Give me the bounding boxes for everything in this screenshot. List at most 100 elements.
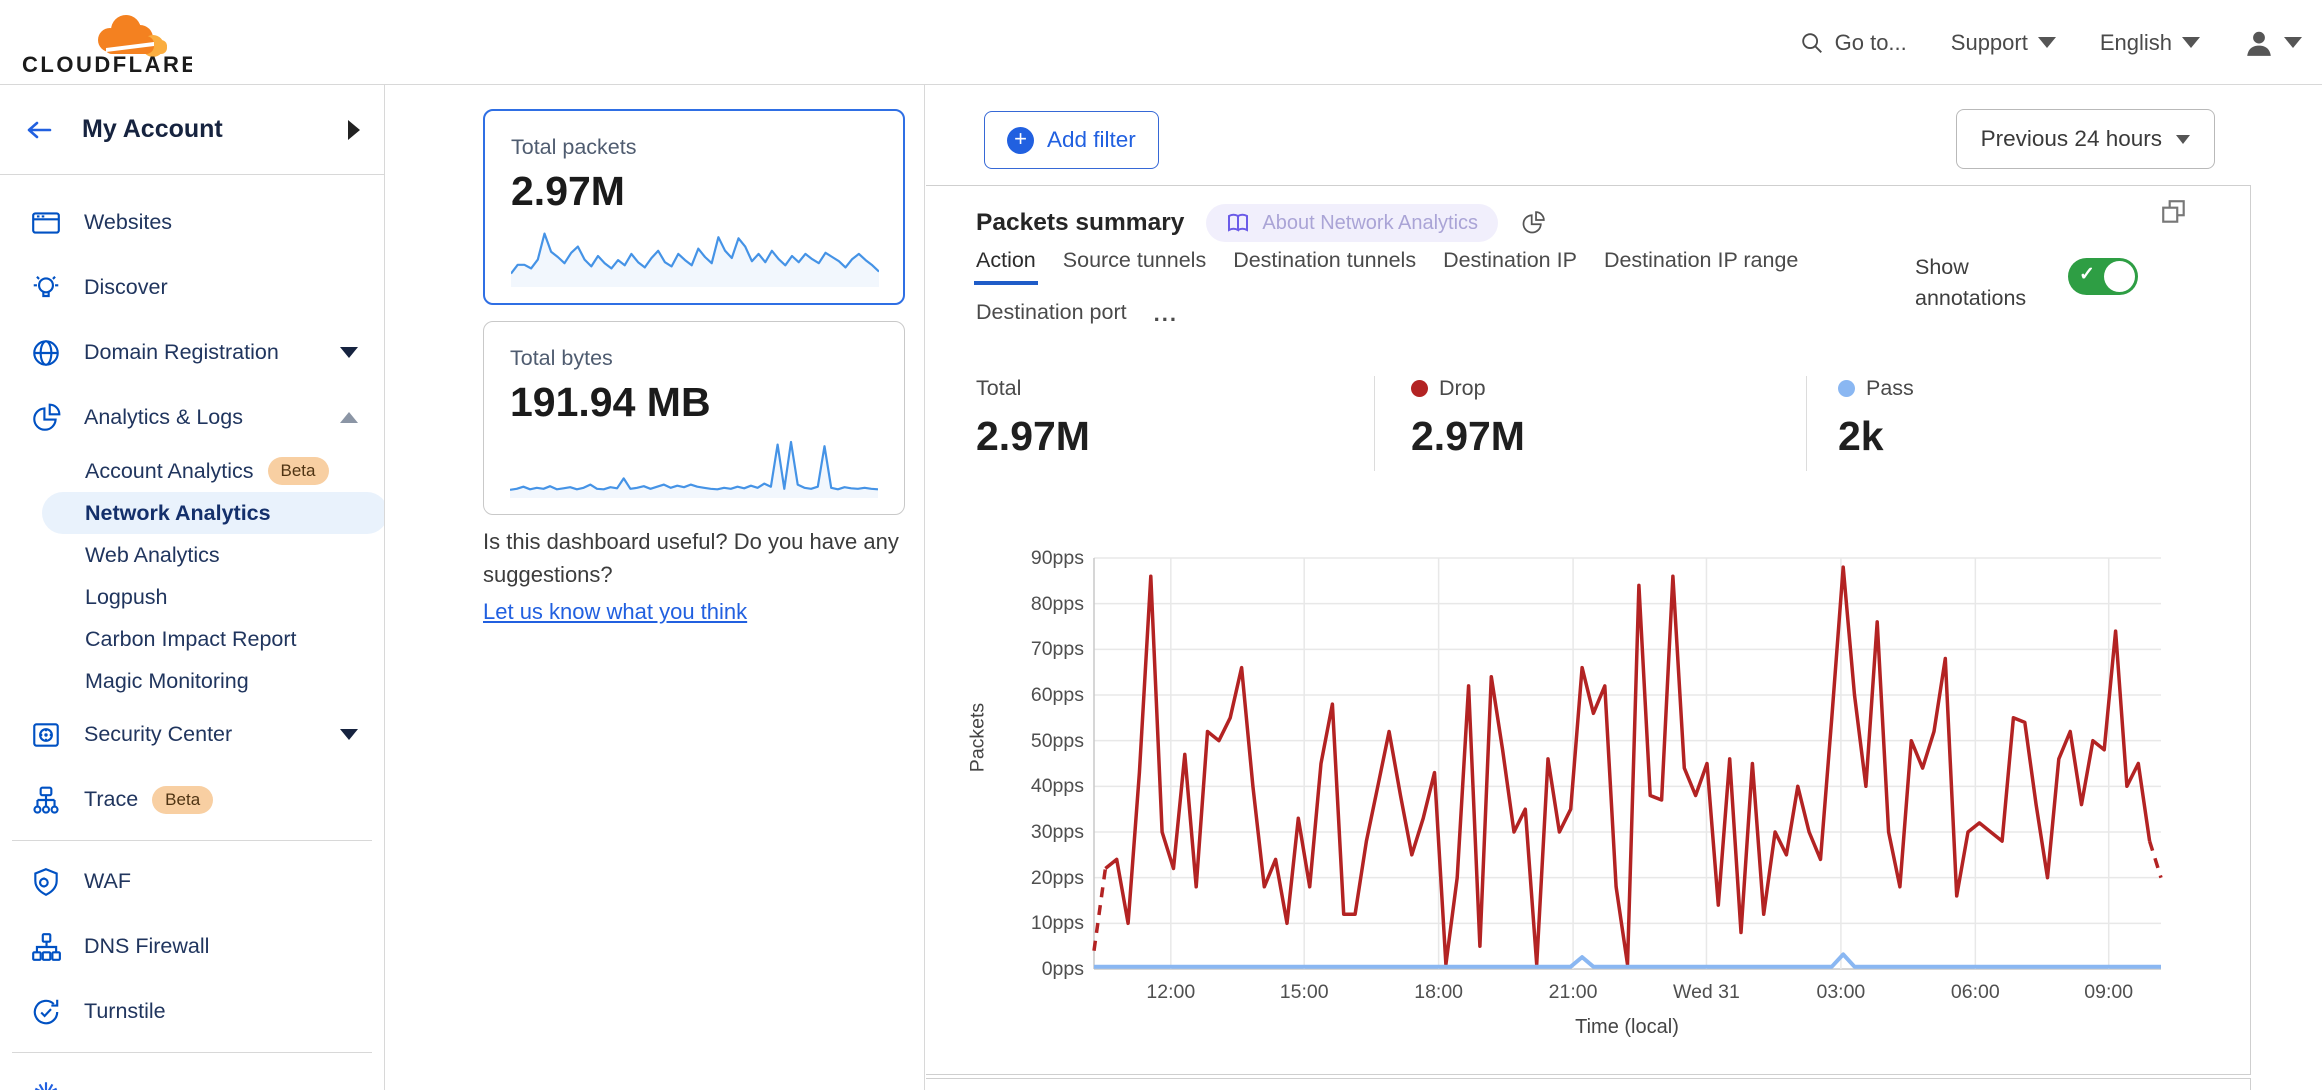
chart-plot-area[interactable] [1094, 558, 2161, 969]
feedback-block: Is this dashboard useful? Do you have an… [483, 525, 938, 628]
y-axis-title: Packets [967, 668, 990, 808]
refresh-check-icon [30, 996, 62, 1028]
divider [12, 840, 372, 841]
sidebar-item-analytics-logs[interactable]: Analytics & Logs [0, 385, 384, 450]
tab-destination-tunnels[interactable]: Destination tunnels [1233, 248, 1416, 285]
x-axis-tick: 03:00 [1781, 981, 1901, 1004]
panel-header: Packets summary About Network Analytics [976, 204, 1546, 242]
add-filter-button[interactable]: + Add filter [984, 111, 1159, 169]
tab-destination-ip-range[interactable]: Destination IP range [1604, 248, 1798, 285]
browser-icon [30, 207, 62, 239]
chevron-up-icon [340, 412, 358, 423]
feedback-link[interactable]: Let us know what you think [483, 595, 747, 628]
y-axis-tick: 80pps [994, 593, 1084, 616]
tab-destination-port[interactable]: Destination port [976, 300, 1127, 337]
popout-icon[interactable] [2160, 198, 2188, 231]
panel-title: Packets summary [976, 209, 1184, 237]
sidebar-account-row[interactable]: My Account [0, 85, 384, 175]
account-name: My Account [82, 115, 223, 144]
chevron-down-icon [2176, 135, 2190, 144]
y-axis-tick: 40pps [994, 775, 1084, 798]
sidebar-item-network-analytics[interactable]: Network Analytics [42, 492, 385, 534]
x-axis-tick: 18:00 [1379, 981, 1499, 1004]
check-icon: ✓ [2079, 263, 2095, 286]
stat-total: Total 2.97M [976, 376, 1090, 460]
pie-chart-icon[interactable] [1520, 210, 1546, 236]
cloudflare-cloud-icon [98, 15, 167, 57]
about-network-analytics-badge[interactable]: About Network Analytics [1206, 204, 1498, 242]
plus-icon: + [1007, 127, 1034, 154]
svg-text:CLOUDFLARE: CLOUDFLARE [22, 52, 192, 77]
y-axis-tick: 30pps [994, 821, 1084, 844]
language-menu[interactable]: English [2100, 30, 2200, 56]
beta-badge: Beta [152, 786, 213, 814]
sparkle-icon [30, 1078, 62, 1090]
tab-action[interactable]: Action [976, 248, 1036, 285]
y-axis-tick: 70pps [994, 638, 1084, 661]
sidebar-item-partial[interactable] [0, 1061, 384, 1090]
cloudflare-logo[interactable]: CLOUDFLARE [22, 8, 192, 83]
summary-column: Total packets 2.97M Total bytes 191.94 M… [386, 85, 925, 1090]
show-annotations-toggle[interactable]: ✓ [2068, 258, 2138, 295]
language-label: English [2100, 30, 2172, 56]
time-range-dropdown[interactable]: Previous 24 hours [1956, 109, 2215, 169]
pie-chart-icon [30, 402, 62, 434]
globe-icon [30, 337, 62, 369]
chevron-down-icon [2284, 37, 2302, 48]
packets-time-series-chart: Packets 0pps10pps20pps30pps40pps50pps60p… [926, 486, 2251, 1046]
divider [12, 1052, 372, 1053]
chevron-down-icon [2182, 37, 2200, 48]
show-annotations-label: Show annotations [1915, 252, 2050, 314]
x-axis-tick: 12:00 [1111, 981, 1231, 1004]
x-axis-tick: 09:00 [2049, 981, 2169, 1004]
card-title: Total packets [511, 135, 877, 160]
tab-source-tunnels[interactable]: Source tunnels [1063, 248, 1206, 285]
top-nav: Go to... Support English [1799, 0, 2302, 85]
packets-summary-panel: Packets summary About Network Analytics … [926, 185, 2251, 1075]
sidebar-item-trace[interactable]: Trace Beta [0, 767, 384, 832]
stat-pass-value: 2k [1838, 413, 1914, 460]
cloudflare-dashboard: CLOUDFLARE Go to... Support English [0, 0, 2322, 1090]
y-axis-tick: 10pps [994, 912, 1084, 935]
goto-label: Go to... [1835, 30, 1907, 56]
sidebar-item-waf[interactable]: WAF [0, 849, 384, 914]
sidebar-item-account-analytics[interactable]: Account Analytics Beta [0, 450, 384, 492]
total-bytes-card[interactable]: Total bytes 191.94 MB [483, 321, 905, 515]
lightbulb-icon [30, 272, 62, 304]
total-packets-card[interactable]: Total packets 2.97M [483, 109, 905, 305]
main-content: + Add filter Previous 24 hours Packets s… [926, 85, 2322, 1090]
sidebar-item-dns-firewall[interactable]: DNS Firewall [0, 914, 384, 979]
card-value: 2.97M [511, 168, 877, 215]
divider [1374, 376, 1375, 471]
search-icon [1799, 30, 1825, 56]
tabs-row-2: Destination port ... [976, 300, 1178, 337]
sidebar-item-discover[interactable]: Discover [0, 255, 384, 320]
beta-badge: Beta [268, 457, 329, 485]
divider [1806, 376, 1807, 471]
shield-gear-icon [30, 866, 62, 898]
support-menu[interactable]: Support [1951, 30, 2056, 56]
goto-search[interactable]: Go to... [1799, 30, 1907, 56]
stats-row: Total 2.97M Drop 2.97M Pass [926, 376, 2251, 476]
vault-icon [30, 719, 62, 751]
back-arrow-icon[interactable] [24, 115, 54, 145]
sidebar-item-security-center[interactable]: Security Center [0, 702, 384, 767]
sidebar-item-websites[interactable]: Websites [0, 190, 384, 255]
sidebar-item-carbon-impact-report[interactable]: Carbon Impact Report [0, 618, 384, 660]
sidebar-item-domain-registration[interactable]: Domain Registration [0, 320, 384, 385]
sidebar-item-turnstile[interactable]: Turnstile [0, 979, 384, 1044]
sidebar-nav: Websites Discover Domain Registration [0, 175, 384, 1090]
sidebar-item-logpush[interactable]: Logpush [0, 576, 384, 618]
account-menu[interactable] [2244, 28, 2302, 58]
drop-legend-dot [1411, 380, 1428, 397]
sidebar-item-web-analytics[interactable]: Web Analytics [0, 534, 384, 576]
x-axis-tick: Wed 31 [1646, 981, 1766, 1004]
book-icon [1226, 211, 1250, 235]
more-tabs-button[interactable]: ... [1154, 301, 1178, 337]
sidebar: My Account Websites Discover Domain [0, 85, 385, 1090]
sidebar-item-magic-monitoring[interactable]: Magic Monitoring [0, 660, 384, 702]
tab-destination-ip[interactable]: Destination IP [1443, 248, 1577, 285]
stat-drop-value: 2.97M [1411, 413, 1525, 460]
stat-pass: Pass 2k [1838, 376, 1914, 460]
chevron-right-icon[interactable] [348, 120, 360, 140]
